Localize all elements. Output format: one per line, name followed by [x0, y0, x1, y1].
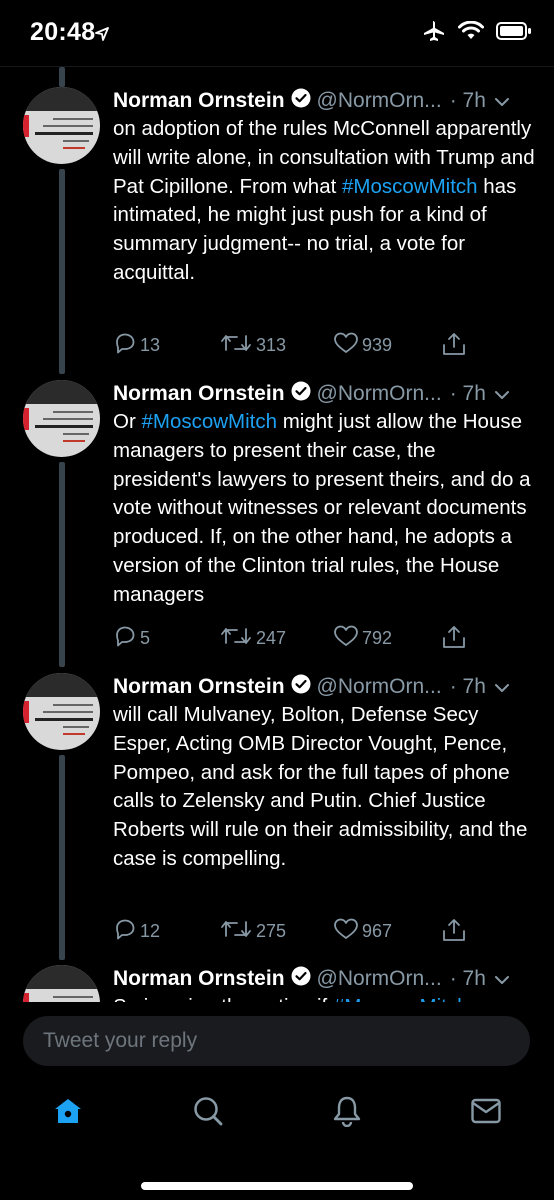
retweet-count: 275 [256, 921, 287, 941]
tweet-text-segment: might just allow the House managers to p… [113, 410, 531, 606]
author-name[interactable]: Norman Ornstein [113, 89, 285, 113]
share-button[interactable] [441, 917, 467, 948]
retweet-icon [219, 917, 253, 946]
tweet-time: · 7h [449, 967, 486, 990]
retweet-icon [219, 331, 253, 360]
verified-icon [291, 966, 311, 992]
like-count: 792 [362, 628, 393, 648]
heart-icon [333, 917, 359, 946]
like-button[interactable]: 792 [333, 624, 392, 653]
author-name[interactable]: Norman Ornstein [113, 382, 285, 406]
avatar[interactable] [23, 87, 100, 164]
verified-icon [291, 674, 311, 700]
share-icon [441, 331, 467, 362]
retweet-button[interactable]: 313 [219, 331, 286, 360]
share-button[interactable] [441, 331, 467, 362]
location-arrow-icon [95, 27, 109, 46]
reply-count: 5 [140, 628, 151, 648]
thread-connector [59, 169, 65, 374]
chevron-down-icon[interactable] [494, 675, 510, 699]
status-time: 20:48 [30, 18, 96, 46]
verified-icon [291, 88, 311, 114]
status-bar: 20:48 [0, 0, 554, 66]
tweet-text-segment: will call Mulvaney, Bolton, Defense Secy… [113, 703, 528, 870]
reply-count: 13 [140, 335, 161, 355]
share-button[interactable] [441, 624, 467, 655]
tweet-text-segment: Or [113, 410, 142, 433]
chevron-down-icon[interactable] [494, 89, 510, 113]
retweet-icon [219, 624, 253, 653]
reply-icon [113, 331, 137, 360]
like-count: 939 [362, 335, 393, 355]
author-name[interactable]: Norman Ornstein [113, 675, 285, 699]
author-handle[interactable]: @NormOrn... [317, 675, 442, 699]
share-icon [441, 917, 467, 948]
home-icon [53, 1096, 83, 1131]
tweet-actions: 12 275 967 [113, 917, 513, 947]
tweet-thread[interactable]: Norman Ornstein @NormOrn... · 7h on adop… [0, 67, 554, 1002]
like-count: 967 [362, 921, 393, 941]
wifi-icon [458, 20, 484, 46]
author-handle[interactable]: @NormOrn... [317, 89, 442, 113]
like-button[interactable]: 967 [333, 917, 392, 946]
tweet-time: · 7h [449, 89, 486, 112]
tweet-text: Or #MoscowMitch might just allow the Hou… [113, 408, 538, 610]
tweet-header: Norman Ornstein @NormOrn... · 7h [113, 378, 538, 410]
reply-icon [113, 624, 137, 653]
tweet-header: Norman Ornstein @NormOrn... · 7h [113, 671, 538, 703]
tweet-actions: 5 247 792 [113, 624, 513, 654]
thread-connector [59, 462, 65, 667]
home-indicator [141, 1182, 413, 1190]
thread-connector [59, 67, 65, 87]
tab-bar [0, 1075, 554, 1155]
tweet-text: on adoption of the rules McConnell appar… [113, 115, 538, 288]
tab-search[interactable] [188, 1093, 228, 1133]
reply-button[interactable]: 5 [113, 624, 150, 653]
verified-icon [291, 381, 311, 407]
retweet-count: 313 [256, 335, 287, 355]
tweet-time: · 7h [449, 675, 486, 698]
tab-messages[interactable] [466, 1093, 506, 1133]
chevron-down-icon[interactable] [494, 967, 510, 991]
share-icon [441, 624, 467, 655]
tweet-time: · 7h [449, 382, 486, 405]
tweet-text-segment: So imagine the option if [113, 995, 333, 1002]
author-handle[interactable]: @NormOrn... [317, 967, 442, 991]
hashtag-link[interactable]: #MoscowMitch [342, 175, 478, 198]
retweet-count: 247 [256, 628, 287, 648]
thread-connector [59, 755, 65, 960]
search-icon [192, 1095, 224, 1132]
bottom-bar [0, 1002, 554, 1200]
hashtag-link[interactable]: #MoscowMitch [333, 995, 469, 1002]
reply-button[interactable]: 13 [113, 331, 160, 360]
author-name[interactable]: Norman Ornstein [113, 967, 285, 991]
reply-count: 12 [140, 921, 161, 941]
reply-button[interactable]: 12 [113, 917, 160, 946]
avatar[interactable] [23, 965, 100, 1002]
heart-icon [333, 331, 359, 360]
avatar[interactable] [23, 380, 100, 457]
hashtag-link[interactable]: #MoscowMitch [141, 410, 277, 433]
tweet-text: will call Mulvaney, Bolton, Defense Secy… [113, 701, 538, 874]
retweet-button[interactable]: 275 [219, 917, 286, 946]
tab-home[interactable] [48, 1093, 88, 1133]
tweet-actions: 13 313 939 [113, 331, 513, 361]
heart-icon [333, 624, 359, 653]
battery-icon [496, 21, 532, 46]
tweet-header: Norman Ornstein @NormOrn... · 7h [113, 85, 538, 117]
reply-icon [113, 917, 137, 946]
mail-icon [470, 1097, 502, 1130]
status-icons [422, 20, 532, 47]
tab-notifications[interactable] [327, 1093, 367, 1133]
chevron-down-icon[interactable] [494, 382, 510, 406]
tweet-header: Norman Ornstein @NormOrn... · 7h [113, 963, 538, 995]
airplane-icon [422, 20, 446, 47]
author-handle[interactable]: @NormOrn... [317, 382, 442, 406]
tweet-text: So imagine the option if #MoscowMitch [113, 993, 538, 1002]
like-button[interactable]: 939 [333, 331, 392, 360]
retweet-button[interactable]: 247 [219, 624, 286, 653]
avatar[interactable] [23, 673, 100, 750]
bell-icon [332, 1095, 362, 1132]
reply-input[interactable] [23, 1016, 530, 1066]
